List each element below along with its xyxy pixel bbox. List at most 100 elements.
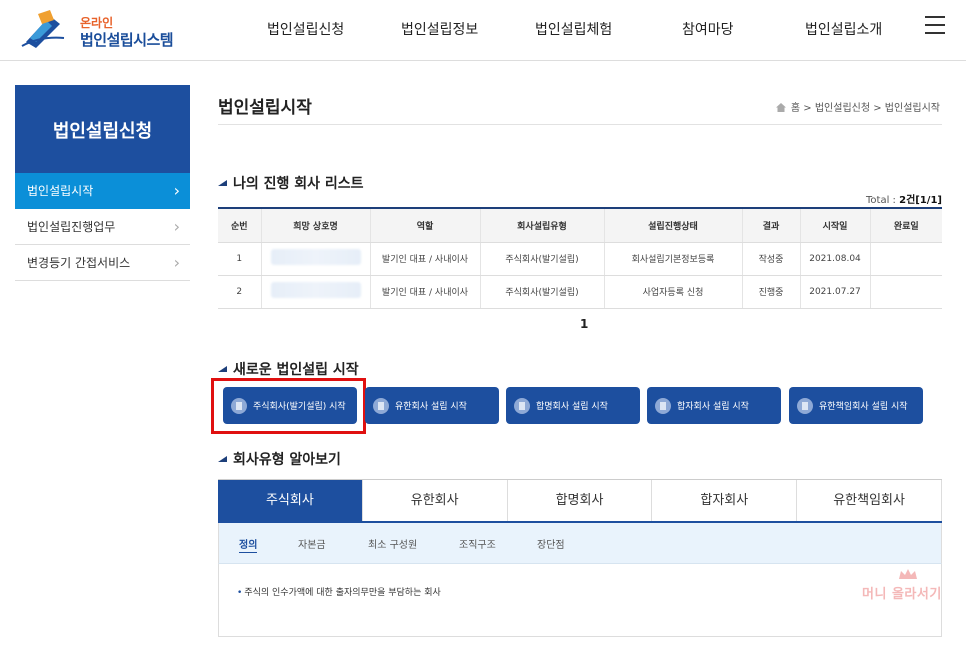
- cell-role: 발기인 대표 / 사내이사: [369, 242, 480, 276]
- nav-item-corp-intro[interactable]: 법인설립소개: [805, 19, 882, 39]
- cell-end-date: [869, 242, 942, 276]
- tab-limited-company[interactable]: 유한회사: [361, 480, 507, 521]
- section-marker-icon: [218, 180, 227, 186]
- logo-title: 법인설립시스템: [80, 31, 174, 49]
- total-number: 2건: [899, 195, 916, 206]
- subtab-definition[interactable]: 정의: [239, 536, 258, 553]
- total-count: Total : 2건[1/1]: [866, 191, 942, 206]
- redacted-name: [270, 249, 361, 265]
- site-header: 온라인 법인설립시스템 법인설립신청 법인설립정보 법인설립체험 참여마당 법인…: [0, 0, 966, 61]
- start-limited-partnership-button[interactable]: 합자회사 설립 시작: [647, 387, 781, 424]
- cell-company-name[interactable]: [260, 242, 370, 276]
- page-title: 법인설립시작: [218, 98, 312, 118]
- button-label: 합명회사 설립 시작: [536, 402, 608, 412]
- cell-start-date: 2021.07.27: [799, 275, 870, 309]
- cell-number: 2: [218, 275, 261, 309]
- start-stock-company-button[interactable]: 주식회사(발기설립) 시작: [223, 387, 357, 424]
- cell-result: 작성중: [741, 242, 800, 276]
- detail-subtabs: 정의 자본금 최소 구성원 조직구조 장단점: [218, 523, 942, 563]
- table-header-row: 순번 희망 상호명 역할 회사설립유형 설립진행상태 결과 시작일 완료일: [218, 207, 942, 243]
- breadcrumb-current: 법인설립시작: [884, 103, 940, 114]
- column-header: 역할: [369, 207, 480, 243]
- cell-role: 발기인 대표 / 사내이사: [369, 275, 480, 309]
- sidebar-title: 법인설립신청: [15, 85, 190, 173]
- total-pages: [1/1]: [915, 195, 942, 206]
- table-row[interactable]: 2 발기인 대표 / 사내이사 주식회사(발기설립) 사업자등록 신청 진행중 …: [218, 275, 942, 309]
- cell-type: 주식회사(발기설립): [479, 242, 604, 276]
- column-header: 시작일: [799, 207, 870, 243]
- nav-item-corp-apply[interactable]: 법인설립신청: [267, 19, 344, 39]
- company-types-heading: 회사유형 알아보기: [218, 449, 341, 469]
- company-types-title: 회사유형 알아보기: [233, 452, 341, 468]
- section-marker-icon: [218, 366, 227, 372]
- sidebar-item-change-registration[interactable]: 변경등기 간접서비스 ›: [15, 245, 190, 281]
- nav-item-corp-experience[interactable]: 법인설립체험: [535, 19, 612, 39]
- column-header: 설립진행상태: [603, 207, 742, 243]
- definition-text: • 주식의 인수가액에 대한 출자의무만을 부담하는 회사: [237, 585, 441, 598]
- building-icon: [373, 397, 389, 414]
- column-header: 회사설립유형: [479, 207, 604, 243]
- cell-result: 진행중: [741, 275, 800, 309]
- cell-status[interactable]: 회사설립기본정보등록: [603, 242, 742, 276]
- start-general-partnership-button[interactable]: 합명회사 설립 시작: [506, 387, 640, 424]
- nav-item-participation[interactable]: 참여마당: [682, 19, 734, 39]
- definition-panel: • 주식의 인수가액에 대한 출자의무만을 부담하는 회사: [218, 563, 942, 637]
- breadcrumb-item[interactable]: 법인설립신청: [815, 103, 870, 114]
- breadcrumb: 홈 > 법인설립신청 > 법인설립시작: [775, 99, 940, 114]
- building-icon: [231, 397, 247, 414]
- watermark: 머니 올라서기: [862, 587, 942, 602]
- chevron-right-icon: ›: [173, 181, 180, 200]
- building-icon: [514, 397, 530, 414]
- nav-item-corp-info[interactable]: 법인설립정보: [401, 19, 478, 39]
- company-list-heading: 나의 진행 회사 리스트: [218, 173, 364, 193]
- subtab-pros-cons[interactable]: 장단점: [537, 536, 565, 551]
- definition-content: 주식의 인수가액에 대한 출자의무만을 부담하는 회사: [244, 588, 441, 598]
- sidebar-item-corp-progress[interactable]: 법인설립진행업무 ›: [15, 209, 190, 245]
- button-label: 합자회사 설립 시작: [677, 402, 749, 412]
- hamburger-icon[interactable]: [925, 16, 945, 34]
- button-label: 주식회사(발기설립) 시작: [253, 402, 346, 412]
- button-label: 유한회사 설립 시작: [395, 402, 467, 412]
- redacted-name: [270, 282, 361, 298]
- cell-end-date: [869, 275, 942, 309]
- total-label: Total :: [866, 195, 900, 206]
- tab-stock-company[interactable]: 주식회사: [218, 480, 362, 521]
- subtab-min-members[interactable]: 최소 구성원: [368, 536, 417, 551]
- sidebar-item-corp-start[interactable]: 법인설립시작 ›: [15, 173, 190, 209]
- column-header: 희망 상호명: [260, 207, 370, 243]
- cell-start-date: 2021.08.04: [799, 242, 870, 276]
- button-label: 유한책임회사 설립 시작: [819, 402, 908, 412]
- subtab-org-structure[interactable]: 조직구조: [459, 536, 496, 551]
- start-llc-button[interactable]: 유한책임회사 설립 시작: [789, 387, 923, 424]
- pagination-page[interactable]: 1: [580, 317, 588, 331]
- sidebar-item-label: 법인설립진행업무: [27, 220, 116, 234]
- cell-type: 주식회사(발기설립): [479, 275, 604, 309]
- cell-company-name[interactable]: [260, 275, 370, 309]
- company-type-tabs: 주식회사 유한회사 합명회사 합자회사 유한책임회사: [218, 479, 942, 523]
- home-icon[interactable]: [775, 103, 786, 112]
- table-row[interactable]: 1 발기인 대표 / 사내이사 주식회사(발기설립) 회사설립기본정보등록 작성…: [218, 242, 942, 276]
- column-header: 결과: [741, 207, 800, 243]
- subtab-capital[interactable]: 자본금: [298, 536, 326, 551]
- chevron-right-icon: ›: [173, 217, 180, 236]
- company-list-title: 나의 진행 회사 리스트: [233, 176, 364, 192]
- tab-llc[interactable]: 유한책임회사: [796, 480, 942, 521]
- column-header: 순번: [218, 207, 261, 243]
- section-marker-icon: [218, 456, 227, 462]
- site-logo[interactable]: 온라인 법인설립시스템: [20, 6, 190, 54]
- logo-mark-icon: [21, 10, 65, 48]
- start-limited-company-button[interactable]: 유한회사 설립 시작: [365, 387, 499, 424]
- tab-general-partnership[interactable]: 합명회사: [506, 480, 652, 521]
- title-divider: [218, 124, 942, 125]
- cell-number: 1: [218, 242, 261, 276]
- bullet-icon: •: [237, 588, 243, 598]
- tab-limited-partnership[interactable]: 합자회사: [651, 480, 796, 521]
- building-icon: [797, 397, 813, 414]
- building-icon: [655, 397, 671, 414]
- new-start-title: 새로운 법인설립 시작: [233, 362, 359, 378]
- new-start-heading: 새로운 법인설립 시작: [218, 359, 359, 379]
- cell-status[interactable]: 사업자등록 신청: [603, 275, 742, 309]
- chevron-right-icon: ›: [173, 253, 180, 272]
- breadcrumb-home[interactable]: 홈: [791, 103, 800, 114]
- crown-icon: [899, 569, 917, 579]
